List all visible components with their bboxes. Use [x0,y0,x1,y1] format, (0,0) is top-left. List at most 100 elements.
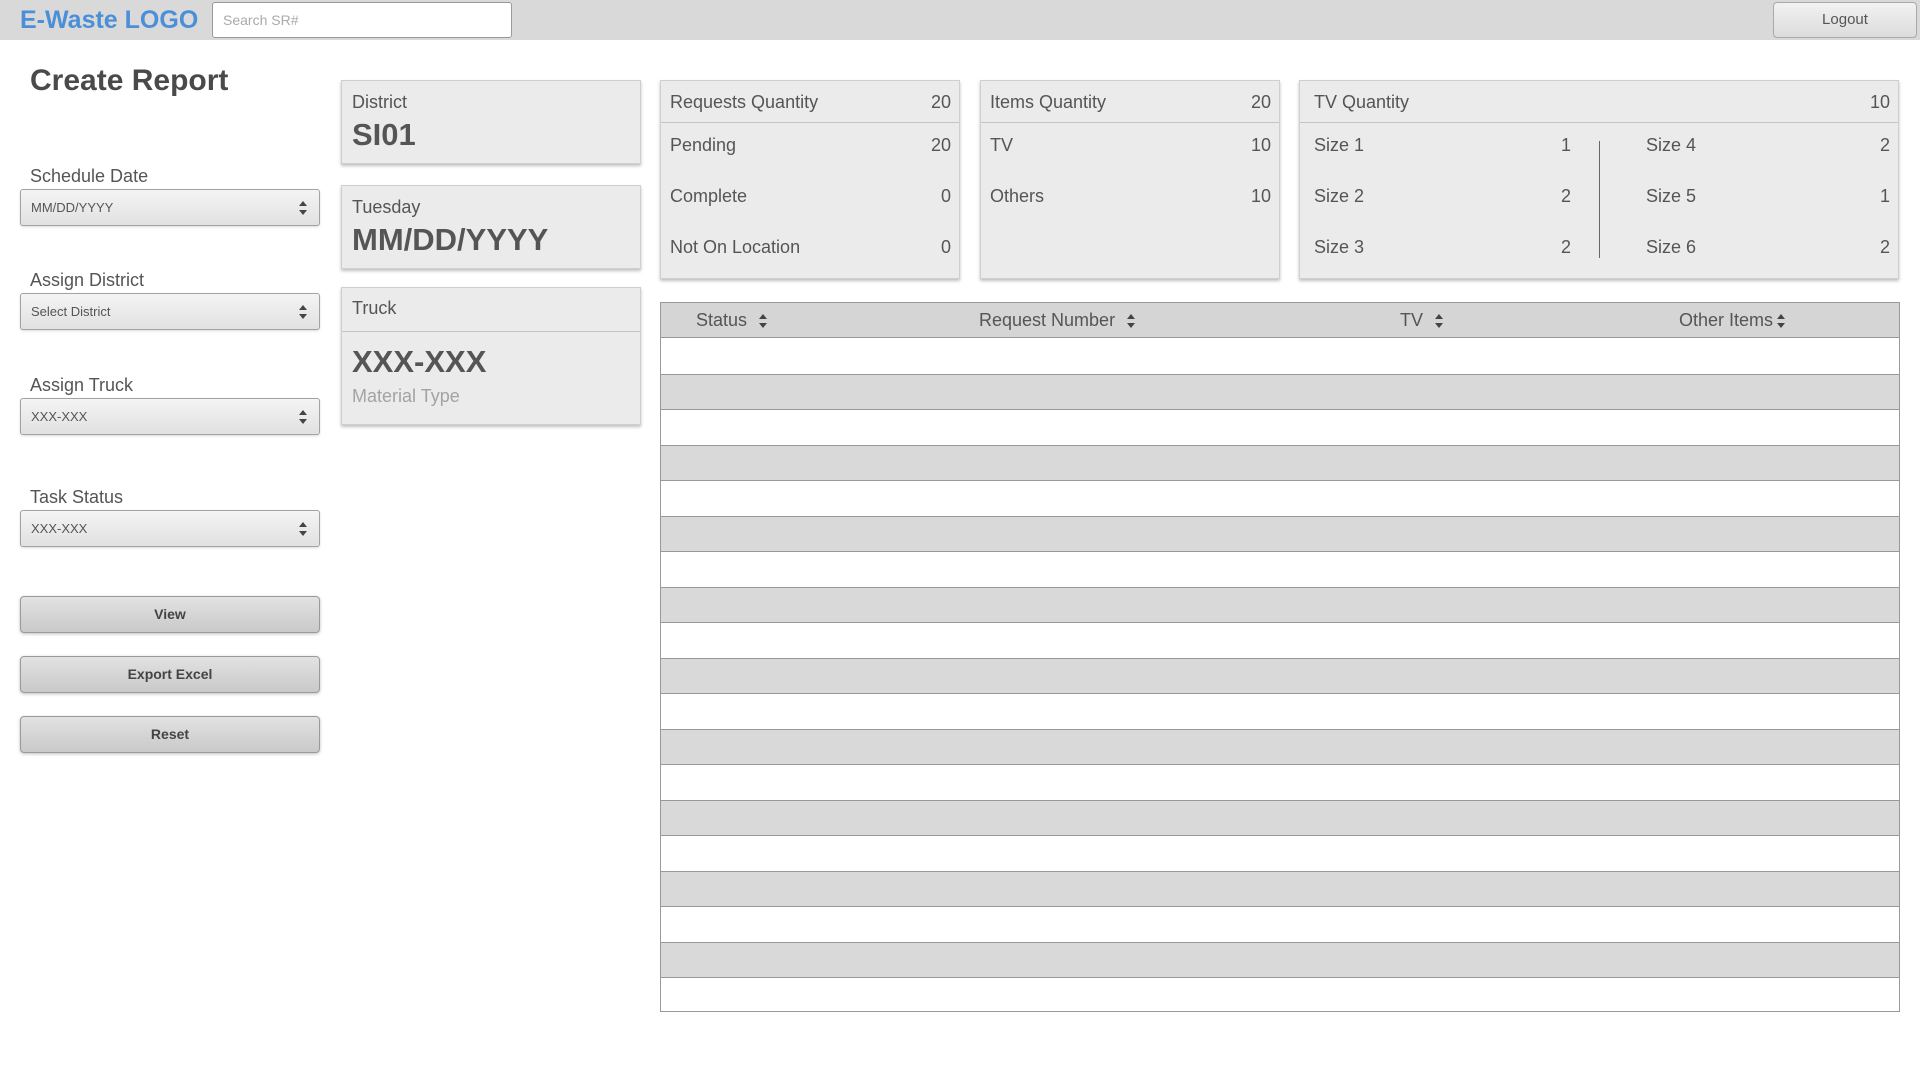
truck-label: Truck [352,298,397,318]
tv-quantity-title: TV Quantity [1314,92,1410,112]
tv-columns-divider [1599,141,1600,258]
stat-label: Not On Location [670,237,801,257]
stat-value: 0 [940,186,951,206]
select-arrows-icon [299,410,307,424]
stat-value: 20 [930,135,951,155]
truck-card-divider [342,331,640,332]
requests-row-pending: Pending 20 [670,135,951,156]
table-row[interactable] [661,374,1899,410]
sort-icon[interactable] [1435,312,1444,330]
reset-button[interactable]: Reset [20,716,320,753]
assign-district-value: Select District [31,304,111,319]
table-row[interactable] [661,658,1899,694]
task-status-select[interactable]: XXX-XXX [20,510,320,547]
table-row[interactable] [661,765,1899,801]
table-row[interactable] [661,410,1899,446]
requests-quantity-total: 20 [930,92,951,112]
page-title: Create Report [30,64,229,97]
tv-quantity-header: TV Quantity 10 [1314,92,1890,113]
truck-card: Truck XXX-XXX Material Type [341,287,641,425]
table-row[interactable] [661,516,1899,552]
column-header-label: Other Items [1679,310,1774,330]
table-row[interactable] [661,445,1899,481]
stat-value: 2 [1560,186,1571,206]
stat-value: 2 [1879,135,1890,155]
table-row[interactable] [661,800,1899,836]
search-input[interactable] [212,2,512,38]
schedule-date-select[interactable]: MM/DD/YYYY [20,189,320,226]
table-row[interactable] [661,587,1899,623]
tv-size-row: Size 4 2 [1646,135,1890,156]
column-header-other-items[interactable]: Other Items [1679,303,1786,338]
table-row[interactable] [661,907,1899,943]
sort-icon[interactable] [759,312,768,330]
requests-table: Status Request Number TV Other Items [660,302,1900,1012]
items-quantity-total: 20 [1250,92,1271,112]
truck-value: XXX-XXX [352,344,487,379]
logout-button[interactable]: Logout [1773,2,1917,38]
column-header-status[interactable]: Status [696,303,768,338]
column-header-label: TV [1400,310,1424,330]
requests-quantity-card: Requests Quantity 20 Pending 20 Complete… [660,80,960,279]
tv-quantity-total: 10 [1869,92,1890,112]
requests-card-divider [661,122,959,123]
table-row[interactable] [661,552,1899,588]
tv-card-divider [1300,122,1898,123]
table-row[interactable] [661,978,1899,1014]
items-quantity-card: Items Quantity 20 TV 10 Others 10 [980,80,1280,279]
stat-value: 2 [1879,237,1890,257]
view-button[interactable]: View [20,596,320,633]
table-row[interactable] [661,481,1899,517]
column-header-request-number[interactable]: Request Number [979,303,1136,338]
district-card: District SI01 [341,80,641,164]
select-arrows-icon [299,522,307,536]
tv-size-row: Size 6 2 [1646,237,1890,258]
stat-value: 2 [1560,237,1571,257]
weekday-label: Tuesday [352,197,421,217]
column-header-tv[interactable]: TV [1400,303,1444,338]
stat-label: Size 2 [1314,186,1365,206]
stat-value: 10 [1250,186,1271,206]
app-logo[interactable]: E-Waste LOGO [20,6,198,35]
table-row[interactable] [661,942,1899,978]
assign-truck-value: XXX-XXX [31,409,88,424]
stat-value: 10 [1250,135,1271,155]
top-bar: E-Waste LOGO Logout [0,0,1920,40]
stat-label: Size 5 [1646,186,1697,206]
tv-quantity-card: TV Quantity 10 Size 1 1 Size 2 2 Size 3 … [1299,80,1899,279]
task-status-label: Task Status [30,487,124,507]
table-row[interactable] [661,836,1899,872]
stat-label: Pending [670,135,737,155]
requests-row-complete: Complete 0 [670,186,951,207]
table-row[interactable] [661,623,1899,659]
tv-size-row: Size 5 1 [1646,186,1890,207]
sort-icon[interactable] [1777,312,1786,330]
assign-district-select[interactable]: Select District [20,293,320,330]
date-value: MM/DD/YYYY [352,222,549,257]
table-header: Status Request Number TV Other Items [661,303,1899,338]
column-header-label: Status [696,310,748,330]
stat-label: Complete [670,186,748,206]
material-type-label: Material Type [352,386,460,406]
select-arrows-icon [299,201,307,215]
stat-value: 0 [940,237,951,257]
assign-district-label: Assign District [30,270,145,290]
table-row[interactable] [661,729,1899,765]
stat-label: Size 3 [1314,237,1365,257]
assign-truck-select[interactable]: XXX-XXX [20,398,320,435]
task-status-value: XXX-XXX [31,521,88,536]
stat-label: Size 6 [1646,237,1697,257]
table-row[interactable] [661,871,1899,907]
table-row[interactable] [661,339,1899,375]
tv-size-row: Size 1 1 [1314,135,1571,156]
items-card-divider [981,122,1279,123]
stat-label: Size 1 [1314,135,1365,155]
schedule-date-value: MM/DD/YYYY [31,200,114,215]
column-header-label: Request Number [979,310,1116,330]
select-arrows-icon [299,305,307,319]
district-label: District [352,92,407,112]
sort-icon[interactable] [1127,312,1136,330]
export-excel-button[interactable]: Export Excel [20,656,320,693]
date-card: Tuesday MM/DD/YYYY [341,185,641,269]
table-row[interactable] [661,694,1899,730]
